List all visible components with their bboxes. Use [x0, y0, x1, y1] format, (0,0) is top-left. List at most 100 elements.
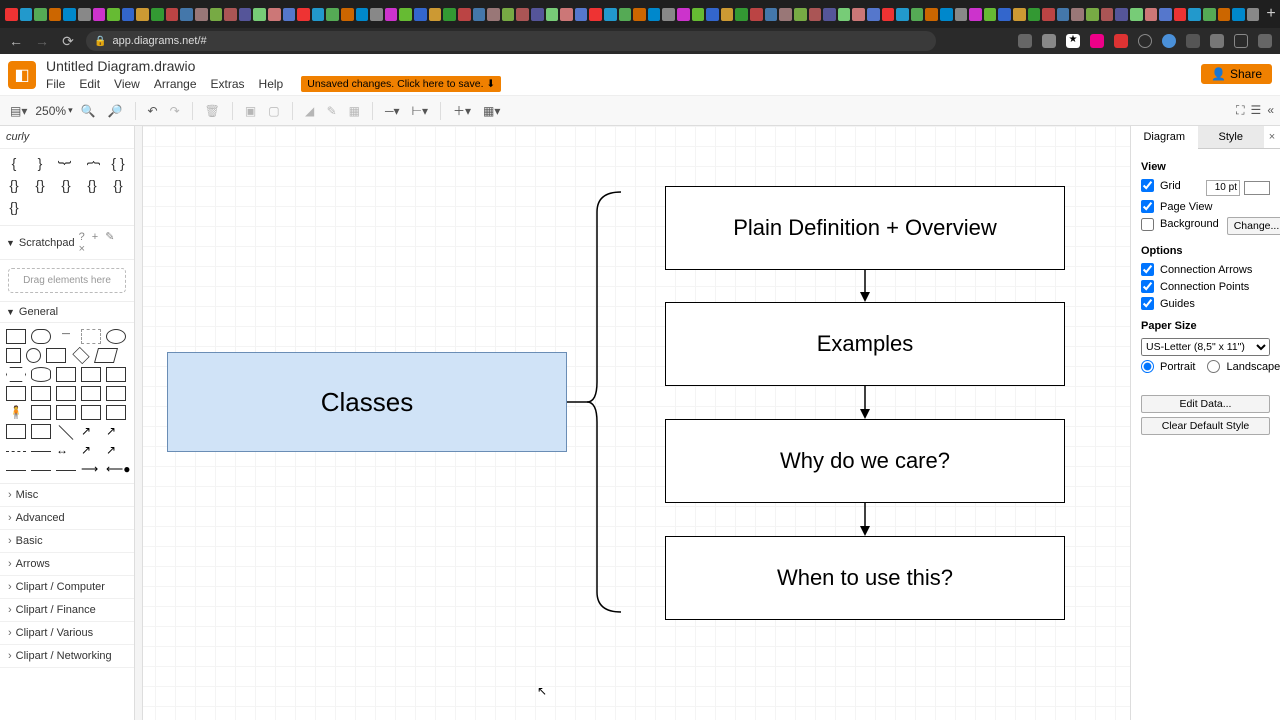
browser-tab[interactable] [414, 8, 427, 21]
shape-process[interactable] [46, 348, 66, 363]
scratchpad-drop[interactable]: Drag elements here [8, 268, 126, 293]
browser-tab[interactable] [210, 8, 223, 21]
category-item[interactable]: Clipart / Networking [0, 645, 134, 668]
browser-tab[interactable] [5, 8, 18, 21]
browser-tab[interactable] [779, 8, 792, 21]
zoom-in-icon[interactable]: 🔍 [77, 102, 100, 120]
forward-icon[interactable]: → [34, 33, 50, 49]
format-panel-icon[interactable]: ☰ [1251, 103, 1262, 118]
shape-rect[interactable] [6, 329, 26, 344]
browser-tab[interactable] [589, 8, 602, 21]
guides-checkbox[interactable]: Guides [1141, 297, 1270, 310]
browser-tab[interactable] [297, 8, 310, 21]
shape-textbox[interactable] [81, 329, 101, 344]
browser-tab[interactable] [1057, 8, 1070, 21]
browser-tab[interactable] [1028, 8, 1041, 21]
shape-dashed[interactable] [6, 451, 26, 452]
category-item[interactable]: Advanced [0, 507, 134, 530]
brace-shape[interactable]: {} [108, 177, 128, 193]
browser-tab[interactable] [677, 8, 690, 21]
browser-tab[interactable] [765, 8, 778, 21]
ext-icon[interactable] [1114, 34, 1128, 48]
shape-arrow[interactable]: ↗ [81, 443, 101, 458]
browser-tab[interactable] [487, 8, 500, 21]
browser-tab[interactable] [443, 8, 456, 21]
shape-cylinder[interactable] [31, 367, 51, 382]
browser-tab[interactable] [341, 8, 354, 21]
back-icon[interactable]: ← [8, 33, 24, 49]
tab-diagram[interactable]: Diagram [1131, 126, 1198, 149]
browser-tab[interactable] [648, 8, 661, 21]
pageview-checkbox[interactable]: Page View [1141, 200, 1270, 213]
shape-actor[interactable]: 🧍 [6, 405, 26, 420]
papersize-select[interactable]: US-Letter (8,5" x 11") [1141, 338, 1270, 356]
zoom-out-icon[interactable]: 🔎 [104, 102, 127, 120]
browser-tab[interactable] [619, 8, 632, 21]
shape-ellipse[interactable] [106, 329, 126, 344]
browser-tab[interactable] [1174, 8, 1187, 21]
shape-square[interactable] [6, 348, 21, 363]
grid-checkbox[interactable]: Grid [1141, 179, 1181, 192]
browser-tab[interactable] [531, 8, 544, 21]
table-icon[interactable]: ▦▾ [479, 102, 504, 120]
fullscreen-icon[interactable]: ⛶ [1236, 103, 1244, 118]
reload-icon[interactable]: ⟳ [60, 33, 76, 50]
browser-tab[interactable] [1145, 8, 1158, 21]
browser-tab[interactable] [312, 8, 325, 21]
shape-line[interactable] [31, 451, 51, 452]
browser-tab[interactable] [78, 8, 91, 21]
browser-tab[interactable] [706, 8, 719, 21]
conn-points-checkbox[interactable]: Connection Points [1141, 280, 1270, 293]
browser-tab[interactable] [867, 8, 880, 21]
browser-tab[interactable] [955, 8, 968, 21]
brace-shape[interactable]: } [58, 153, 74, 173]
insert-icon[interactable]: ＋▾ [449, 100, 475, 121]
menu-file[interactable]: File [46, 77, 65, 91]
browser-tab[interactable] [896, 8, 909, 21]
shape-line[interactable] [6, 470, 26, 471]
browser-tab[interactable] [546, 8, 559, 21]
conn-arrows-checkbox[interactable]: Connection Arrows [1141, 263, 1270, 276]
category-item[interactable]: Clipart / Finance [0, 599, 134, 622]
document-title[interactable]: Untitled Diagram.drawio [46, 58, 501, 74]
browser-tab[interactable] [458, 8, 471, 21]
browser-tab[interactable] [180, 8, 193, 21]
ext-icon[interactable] [1018, 34, 1032, 48]
waypoints-icon[interactable]: ⊢▾ [408, 102, 432, 120]
browser-tab[interactable] [925, 8, 938, 21]
browser-tab[interactable] [268, 8, 281, 21]
ext-icon[interactable] [1090, 34, 1104, 48]
brace-shape[interactable]: } [30, 155, 50, 171]
app-logo-icon[interactable]: ◧ [8, 61, 36, 89]
browser-tab[interactable] [940, 8, 953, 21]
browser-tab[interactable] [20, 8, 33, 21]
browser-tab[interactable] [1042, 8, 1055, 21]
category-item[interactable]: Basic [0, 530, 134, 553]
browser-tab[interactable] [1247, 8, 1260, 21]
browser-tab[interactable] [809, 8, 822, 21]
brace-shape[interactable]: {} [56, 177, 76, 193]
browser-tab[interactable] [122, 8, 135, 21]
browser-tab[interactable] [516, 8, 529, 21]
browser-tab[interactable] [429, 8, 442, 21]
zoom-value[interactable]: 250% [35, 104, 66, 118]
grid-color-swatch[interactable] [1244, 181, 1270, 195]
browser-tab[interactable] [721, 8, 734, 21]
clear-style-button[interactable]: Clear Default Style [1141, 417, 1270, 435]
share-button[interactable]: 👤Share [1201, 64, 1272, 84]
browser-tab[interactable] [1159, 8, 1172, 21]
background-checkbox[interactable]: Background [1141, 218, 1219, 231]
change-bg-button[interactable]: Change... [1227, 217, 1280, 235]
brace-shape[interactable]: {} [30, 177, 50, 193]
grid-size-input[interactable] [1206, 180, 1240, 196]
browser-tab[interactable] [604, 8, 617, 21]
browser-tab[interactable] [560, 8, 573, 21]
brace-shape[interactable]: {} [4, 177, 24, 193]
browser-tab[interactable] [283, 8, 296, 21]
browser-tab[interactable] [93, 8, 106, 21]
shape[interactable] [106, 405, 126, 420]
shape-hexagon[interactable] [6, 367, 26, 382]
node-examples[interactable]: Examples [665, 302, 1065, 386]
browser-tab[interactable] [633, 8, 646, 21]
node-when[interactable]: When to use this? [665, 536, 1065, 620]
